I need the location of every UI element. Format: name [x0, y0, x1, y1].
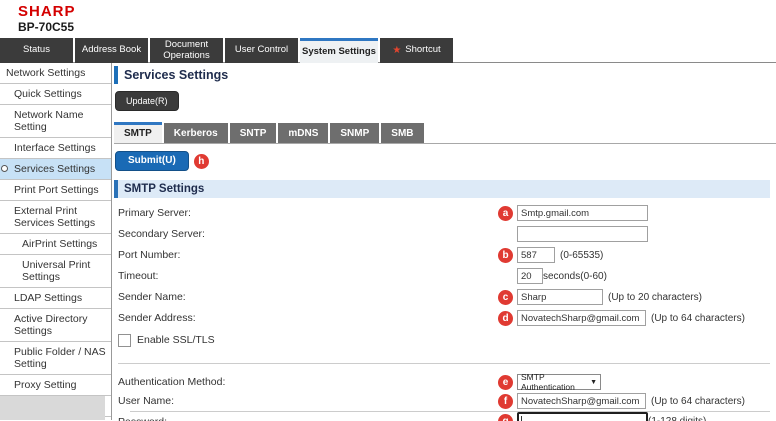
timeout-row: Timeout: seconds(0-60) [114, 266, 776, 286]
auth-method-row: Authentication Method: e SMTP Authentica… [114, 373, 776, 391]
selected-indicator-icon [1, 165, 8, 172]
header: SHARP BP-70C55 [0, 0, 776, 38]
auth-method-label: Authentication Method: [114, 376, 498, 388]
main-panel: Services Settings Update(R) SMTP Kerbero… [112, 63, 776, 420]
text-cursor [521, 416, 522, 421]
sender-name-hint: (Up to 20 characters) [608, 292, 702, 303]
sidebar-item-network-settings[interactable]: Network Settings [0, 63, 111, 84]
page-title: Services Settings [114, 66, 776, 84]
sidebar-item-proxy-setting[interactable]: Proxy Setting [0, 375, 111, 396]
sidebar-item-quick-settings[interactable]: Quick Settings [0, 84, 111, 105]
sender-name-input[interactable] [517, 289, 603, 305]
primary-server-label: Primary Server: [114, 207, 498, 219]
enable-ssl-label: Enable SSL/TLS [137, 334, 215, 346]
section-divider [118, 363, 770, 364]
timeout-input[interactable] [517, 268, 543, 284]
password-input[interactable] [517, 412, 648, 421]
subtab-sntp[interactable]: SNTP [230, 123, 277, 143]
tab-status[interactable]: Status [0, 38, 73, 63]
annotation-marker-f: f [498, 394, 513, 409]
tab-label: System Settings [302, 47, 376, 57]
primary-server-input[interactable] [517, 205, 648, 221]
sidebar-item-print-port-settings[interactable]: Print Port Settings [0, 180, 111, 201]
bottom-divider [130, 411, 770, 412]
tab-system-settings[interactable]: System Settings [300, 38, 378, 63]
annotation-marker-c: c [498, 290, 513, 305]
sender-address-label: Sender Address: [114, 312, 498, 324]
star-icon: ★ [392, 45, 401, 56]
timeout-hint: seconds(0-60) [543, 271, 607, 282]
port-number-row: Port Number: b (0-65535) [114, 245, 776, 265]
port-number-hint: (0-65535) [560, 250, 603, 261]
sidebar-item-external-print-services[interactable]: External Print Services Settings [0, 201, 111, 234]
sidebar-scrollbar[interactable] [0, 396, 105, 420]
user-name-label: User Name: [114, 395, 498, 407]
auth-method-select[interactable]: SMTP Authentication ▼ [517, 374, 601, 390]
enable-ssl-row: Enable SSL/TLS [114, 330, 776, 350]
password-label: Password: [114, 416, 498, 421]
annotation-marker-h: h [194, 154, 209, 169]
submit-button[interactable]: Submit(U) [115, 151, 189, 171]
annotation-marker-e: e [498, 375, 513, 390]
password-row: Password: g (1-128 digits) [114, 411, 776, 421]
sender-name-label: Sender Name: [114, 291, 498, 303]
user-name-input[interactable] [517, 393, 646, 409]
tab-label: Shortcut [405, 45, 440, 55]
sidebar-item-label: Services Settings [14, 163, 95, 175]
sidebar-item-interface-settings[interactable]: Interface Settings [0, 138, 111, 159]
sidebar-item-ldap-settings[interactable]: LDAP Settings [0, 288, 111, 309]
sidebar-item-network-name-setting[interactable]: Network Name Setting [0, 105, 111, 138]
sharp-logo: SHARP [18, 4, 776, 20]
page: SHARP BP-70C55 Status Address Book Docum… [0, 0, 776, 421]
annotation-marker-b: b [498, 248, 513, 263]
section-title: SMTP Settings [114, 180, 770, 198]
tab-label: Address Book [82, 45, 141, 55]
subtab-kerberos[interactable]: Kerberos [164, 123, 228, 143]
annotation-marker-a: a [498, 206, 513, 221]
timeout-label: Timeout: [114, 270, 498, 282]
sidebar-item-universal-print-settings[interactable]: Universal Print Settings [0, 255, 111, 288]
tab-label: Document Operations [150, 40, 223, 61]
device-model: BP-70C55 [18, 20, 776, 35]
secondary-server-input[interactable] [517, 226, 648, 242]
annotation-marker-d: d [498, 311, 513, 326]
port-number-input[interactable] [517, 247, 555, 263]
secondary-server-label: Secondary Server: [114, 228, 498, 240]
subtab-mdns[interactable]: mDNS [278, 123, 328, 143]
tab-document-operations[interactable]: Document Operations [150, 38, 223, 63]
tab-label: User Control [235, 45, 288, 55]
subtab-smb[interactable]: SMB [381, 123, 423, 143]
user-name-row: User Name: f (Up to 64 characters) [114, 392, 776, 410]
port-number-label: Port Number: [114, 249, 498, 261]
subtab-smtp[interactable]: SMTP [114, 122, 162, 143]
main-nav: Status Address Book Document Operations … [0, 38, 776, 63]
enable-ssl-checkbox[interactable] [118, 334, 131, 347]
sidebar-item-active-directory-settings[interactable]: Active Directory Settings [0, 309, 111, 342]
sidebar-item-services-settings[interactable]: Services Settings [0, 159, 111, 180]
sidebar-item-public-folder-nas-setting[interactable]: Public Folder / NAS Setting [0, 342, 111, 375]
tab-shortcut[interactable]: ★ Shortcut [380, 38, 453, 63]
user-name-hint: (Up to 64 characters) [651, 396, 745, 407]
password-hint: (1-128 digits) [648, 416, 706, 421]
annotation-marker-g: g [498, 414, 513, 421]
tab-user-control[interactable]: User Control [225, 38, 298, 63]
chevron-down-icon: ▼ [590, 379, 597, 386]
sidebar-item-airprint-settings[interactable]: AirPrint Settings [0, 234, 111, 255]
auth-method-value: SMTP Authentication [521, 372, 590, 392]
subtab-snmp[interactable]: SNMP [330, 123, 379, 143]
sender-name-row: Sender Name: c (Up to 20 characters) [114, 287, 776, 307]
smtp-form: Primary Server: a Secondary Server: Port… [114, 203, 776, 421]
secondary-server-row: Secondary Server: [114, 224, 776, 244]
sidebar: Network Settings Quick Settings Network … [0, 63, 112, 420]
sender-address-hint: (Up to 64 characters) [651, 313, 745, 324]
sender-address-input[interactable] [517, 310, 646, 326]
service-subtabs: SMTP Kerberos SNTP mDNS SNMP SMB [114, 122, 776, 144]
tab-label: Status [23, 45, 50, 55]
primary-server-row: Primary Server: a [114, 203, 776, 223]
tab-address-book[interactable]: Address Book [75, 38, 148, 63]
update-button[interactable]: Update(R) [115, 91, 179, 111]
sender-address-row: Sender Address: d (Up to 64 characters) [114, 308, 776, 328]
